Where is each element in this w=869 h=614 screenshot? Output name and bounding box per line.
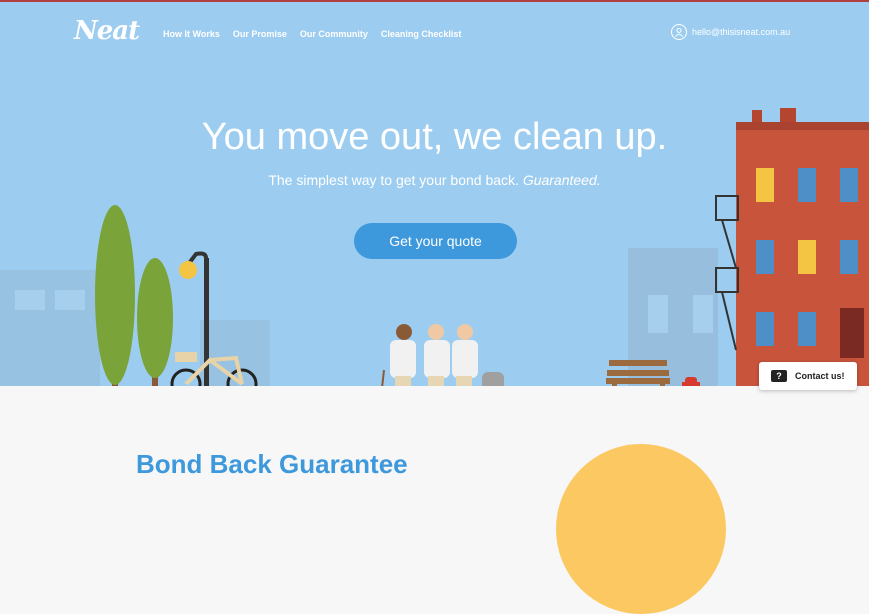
ground-area: [0, 386, 869, 502]
contact-us-button[interactable]: ? Contact us!: [759, 362, 857, 390]
hero-headline: You move out, we clean up.: [201, 116, 668, 158]
brand-logo[interactable]: Neat: [74, 16, 140, 46]
nav-link-how-it-works[interactable]: How It Works: [163, 29, 220, 39]
cleaners-group: [381, 324, 504, 386]
nav-link-our-community[interactable]: Our Community: [300, 29, 368, 39]
top-navigation: Neat How It Works Our Promise Our Commun…: [0, 14, 869, 54]
sun-circle: [556, 444, 726, 614]
account-email-link[interactable]: hello@thisisneat.com.au: [671, 24, 790, 40]
nav-link-our-promise[interactable]: Our Promise: [233, 29, 287, 39]
get-quote-button[interactable]: Get your quote: [354, 223, 517, 259]
hero-illustration: [0, 108, 869, 386]
chat-bubble-icon: ?: [771, 370, 787, 382]
contact-label: Contact us!: [795, 371, 845, 381]
bench: [606, 360, 670, 386]
nav-link-cleaning-checklist[interactable]: Cleaning Checklist: [381, 29, 462, 39]
hero-section: Neat How It Works Our Promise Our Commun…: [0, 0, 869, 386]
subtitle-text: The simplest way to get your bond back.: [268, 172, 519, 188]
tree-tall: [95, 205, 135, 386]
hero-subtitle: The simplest way to get your bond back. …: [0, 172, 869, 188]
email-address: hello@thisisneat.com.au: [692, 27, 791, 37]
user-icon: [671, 24, 687, 40]
section-title: Bond Back Guarantee: [136, 449, 408, 479]
subtitle-emphasis: Guaranteed.: [522, 172, 601, 188]
nav-links: How It Works Our Promise Our Community C…: [163, 29, 461, 39]
tree-short: [137, 258, 173, 386]
